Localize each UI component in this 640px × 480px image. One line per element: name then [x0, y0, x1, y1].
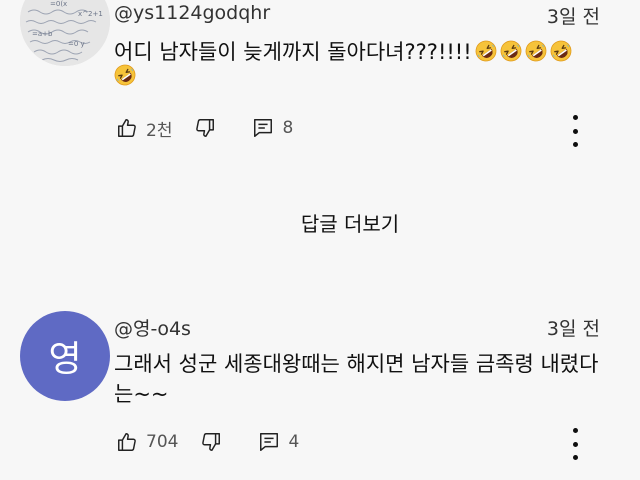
svg-text:=a+b: =a+b	[32, 30, 53, 38]
comments-page: =0(x x^2+1 =a+b =0 y @ys1124godqhr 3일 전 …	[0, 0, 640, 480]
comment-author[interactable]: @영-o4s	[114, 314, 191, 341]
thumbs-down-icon	[196, 119, 215, 137]
rolling-on-floor-laughing-emoji	[114, 64, 136, 86]
avatar[interactable]: 영	[20, 311, 110, 401]
comment-text-line1: 그래서 성군 세종대왕때는 해지면 남자들 금족령 내렸다	[114, 352, 599, 376]
thumbs-up-icon	[118, 119, 136, 137]
comment-text: 어디 남자들이 늦게까지 돌아다녀???!!!!	[114, 40, 472, 64]
like-count: 704	[146, 432, 179, 452]
comment-actions: 2천 8	[116, 114, 293, 142]
like-button[interactable]: 704	[116, 431, 178, 453]
comment-icon	[254, 119, 273, 137]
show-more-replies-link[interactable]: 답글 더보기	[0, 208, 640, 237]
svg-text:x^2+1: x^2+1	[78, 10, 103, 18]
more-vertical-icon[interactable]	[564, 115, 586, 147]
rolling-on-floor-laughing-emoji	[475, 40, 497, 62]
comment-timestamp[interactable]: 3일 전	[547, 2, 600, 29]
handwritten-math-image: =0(x x^2+1 =a+b =0 y	[20, 0, 110, 66]
reply-button[interactable]: 8	[252, 117, 293, 139]
rolling-on-floor-laughing-emoji	[500, 40, 522, 62]
reply-count: 8	[282, 118, 294, 138]
avatar-letter: 영	[48, 339, 82, 380]
emoji-row-1	[472, 40, 572, 64]
rolling-on-floor-laughing-emoji	[525, 40, 547, 62]
comment-text-line2: 는~~	[114, 382, 169, 406]
svg-text:=0(x: =0(x	[50, 0, 67, 8]
avatar[interactable]: =0(x x^2+1 =a+b =0 y	[20, 0, 110, 66]
like-count: 2천	[146, 120, 173, 141]
rolling-on-floor-laughing-emoji	[550, 40, 572, 62]
like-button[interactable]: 2천	[116, 116, 172, 141]
comment-icon	[260, 433, 279, 451]
comment-author[interactable]: @ys1124godqhr	[114, 2, 270, 24]
dislike-button[interactable]	[200, 431, 222, 453]
comment-text-line1: 어디 남자들이 늦게까지 돌아다녀???!!!!	[114, 36, 572, 66]
svg-text:=0 y: =0 y	[68, 40, 85, 48]
reply-button[interactable]: 4	[258, 431, 299, 453]
thumbs-up-icon	[118, 433, 136, 451]
more-vertical-icon[interactable]	[564, 428, 586, 460]
comment-actions: 704 4	[116, 428, 299, 456]
comment-timestamp[interactable]: 3일 전	[547, 314, 600, 341]
comment-text-line2	[114, 64, 136, 88]
emoji-row-2	[111, 64, 136, 88]
reply-count: 4	[288, 432, 300, 452]
dislike-button[interactable]	[194, 117, 216, 139]
thumbs-down-icon	[202, 433, 221, 451]
